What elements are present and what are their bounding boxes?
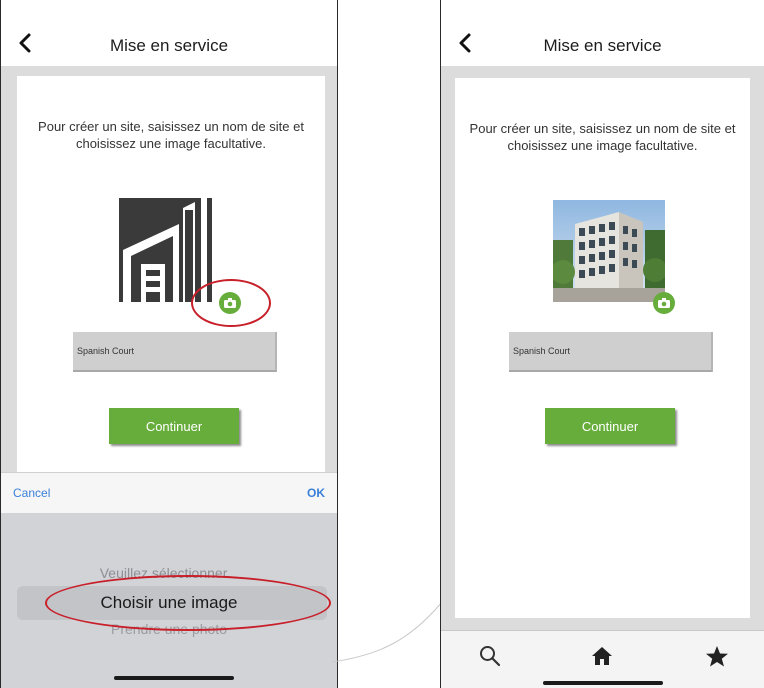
star-icon[interactable] [705, 645, 729, 667]
home-icon[interactable] [591, 646, 613, 666]
instruction-text: Pour créer un site, saisissez un nom de … [38, 119, 304, 151]
bottom-tab-bar [441, 630, 764, 688]
search-icon[interactable] [479, 645, 501, 667]
page-title: Mise en service [543, 36, 662, 55]
highlight-circle [191, 279, 271, 327]
camera-button[interactable] [653, 292, 675, 314]
home-indicator [543, 681, 663, 685]
cancel-button[interactable]: Cancel [13, 486, 50, 500]
content-background: Pour créer un site, saisissez un nom de … [1, 66, 337, 474]
continue-button[interactable]: Continuer [109, 408, 239, 444]
camera-icon [658, 298, 670, 308]
option-picker[interactable]: Veuillez sélectionner... Choisir une ima… [1, 513, 337, 688]
picker-toolbar: Cancel OK [1, 472, 337, 514]
site-name-input[interactable]: Spanish Court [509, 332, 713, 372]
nav-header: Mise en service [441, 0, 764, 66]
setup-card: Pour créer un site, saisissez un nom de … [455, 78, 750, 618]
page-title: Mise en service [109, 36, 229, 55]
phone-screen-right: Mise en service Pour créer un site, sais… [440, 0, 764, 688]
connector-line [331, 601, 443, 663]
content-background: Pour créer un site, saisissez un nom de … [441, 66, 764, 630]
setup-card: Pour créer un site, saisissez un nom de … [17, 76, 325, 474]
highlight-circle [45, 575, 331, 631]
instruction-text: Pour créer un site, saisissez un nom de … [469, 121, 736, 153]
site-name-input[interactable]: Spanish Court [73, 332, 277, 372]
nav-header: Mise en service [1, 0, 337, 66]
building-photo [553, 200, 665, 302]
phone-screen-left: Mise en service Pour créer un site, sais… [0, 0, 338, 688]
ok-button[interactable]: OK [307, 486, 325, 500]
home-indicator [114, 676, 234, 680]
continue-button[interactable]: Continuer [545, 408, 675, 444]
